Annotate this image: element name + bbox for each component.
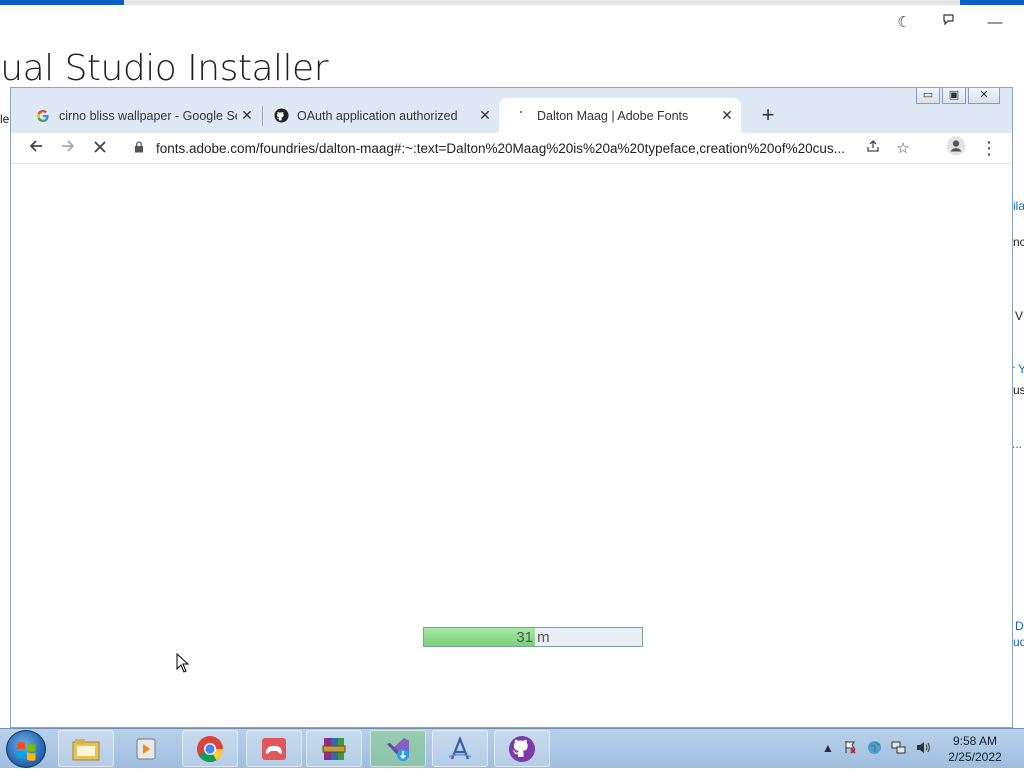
- vs-fragment-text: us: [1013, 383, 1024, 397]
- profile-avatar-icon[interactable]: [944, 136, 968, 160]
- system-tray: ▲ 9:58 AM 2/25/2022: [818, 729, 1024, 769]
- new-tab-button[interactable]: +: [754, 101, 782, 129]
- taskbar-font-app[interactable]: [432, 730, 488, 767]
- vs-installer-title: sual Studio Installer: [0, 48, 329, 89]
- start-button[interactable]: [6, 730, 46, 768]
- loading-icon: [513, 108, 529, 124]
- tab-close-icon[interactable]: ✕: [237, 107, 257, 124]
- vs-top-accent: [0, 0, 1024, 5]
- back-button[interactable]: [24, 136, 48, 160]
- media-player-icon: [136, 738, 156, 759]
- address-bar[interactable]: fonts.adobe.com/foundries/dalton-maag#:~…: [126, 136, 918, 160]
- windows-logo-icon: [17, 741, 36, 761]
- vs-fragment-text: V: [1015, 309, 1024, 323]
- file-explorer-icon: [72, 738, 100, 760]
- taskbar-media-player[interactable]: [118, 730, 174, 767]
- github-desktop-icon: [509, 735, 535, 762]
- minimize-icon[interactable]: —: [984, 12, 1006, 34]
- taskbar-github-desktop[interactable]: [494, 730, 550, 767]
- chrome-icon: [197, 735, 224, 762]
- tab-strip: cirno bliss wallpaper - Google Se ✕ OAut…: [11, 88, 1012, 133]
- vs-fragment-link: ud: [1013, 635, 1024, 649]
- tab-label: Dalton Maag | Adobe Fonts: [537, 108, 689, 123]
- taskbar-winrar[interactable]: [306, 730, 362, 767]
- font-app-icon: [448, 735, 472, 759]
- taskbar-chrome[interactable]: [182, 730, 238, 767]
- google-icon: [35, 108, 51, 124]
- tab-google-search[interactable]: cirno bliss wallpaper - Google Se ✕: [21, 98, 261, 133]
- vs-fragment-link: D: [1015, 619, 1024, 633]
- bookmark-star-icon[interactable]: ☆: [888, 139, 918, 157]
- vs-fragment-text: nc: [1013, 235, 1024, 249]
- progress-text: 31 m: [516, 629, 550, 646]
- visual-studio-installer-icon: [387, 737, 409, 761]
- tab-close-icon[interactable]: ✕: [475, 107, 495, 124]
- vs-fragment-link: ila: [1013, 199, 1024, 213]
- network-globe-icon[interactable]: [866, 740, 882, 756]
- github-icon: [273, 108, 289, 124]
- download-progress-bar: 31 m: [423, 627, 643, 647]
- forward-button[interactable]: [56, 136, 80, 160]
- feedback-icon[interactable]: [938, 12, 960, 34]
- lock-icon: [134, 140, 146, 156]
- game-controller-icon: [262, 737, 286, 760]
- tab-github-oauth[interactable]: OAuth application authorized ✕: [259, 98, 499, 133]
- volume-icon[interactable]: [914, 740, 930, 756]
- tab-label: cirno bliss wallpaper - Google Se: [59, 108, 237, 123]
- browser-toolbar: fonts.adobe.com/foundries/dalton-maag#:~…: [11, 133, 1012, 164]
- mouse-cursor-icon: [176, 653, 190, 673]
- window-restore-button[interactable]: ▣: [942, 88, 966, 104]
- tab-adobe-fonts[interactable]: Dalton Maag | Adobe Fonts ✕: [499, 98, 741, 133]
- action-center-flag-icon[interactable]: [842, 740, 858, 756]
- tab-close-icon[interactable]: ✕: [717, 107, 737, 124]
- vs-fragment-link: ...: [1012, 437, 1023, 451]
- winrar-icon: [322, 737, 346, 760]
- network-connection-icon[interactable]: [890, 740, 906, 756]
- taskbar-game-app[interactable]: [246, 730, 302, 767]
- clock-time: 9:58 AM: [952, 734, 998, 748]
- stop-loading-button[interactable]: [88, 136, 112, 160]
- window-minimize-button[interactable]: ▭: [916, 88, 940, 104]
- taskbar-clock[interactable]: 9:58 AM 2/25/2022: [940, 733, 1010, 765]
- vs-fragment-left: le: [0, 112, 10, 126]
- tab-label: OAuth application authorized: [297, 108, 458, 123]
- taskbar-visual-studio-installer[interactable]: [370, 730, 426, 767]
- windows-taskbar: ▲ 9:58 AM 2/25/2022: [0, 728, 1024, 768]
- url-text: fonts.adobe.com/foundries/dalton-maag#:~…: [156, 140, 845, 156]
- show-hidden-icons-arrow-icon[interactable]: ▲: [820, 740, 836, 756]
- clock-date: 2/25/2022: [948, 750, 1002, 764]
- share-icon[interactable]: [858, 139, 888, 157]
- more-menu-icon[interactable]: ⋮: [977, 136, 1001, 160]
- window-close-button[interactable]: ✕: [968, 88, 1000, 104]
- theme-moon-icon[interactable]: ☾: [893, 12, 915, 34]
- taskbar-file-explorer[interactable]: [58, 730, 114, 767]
